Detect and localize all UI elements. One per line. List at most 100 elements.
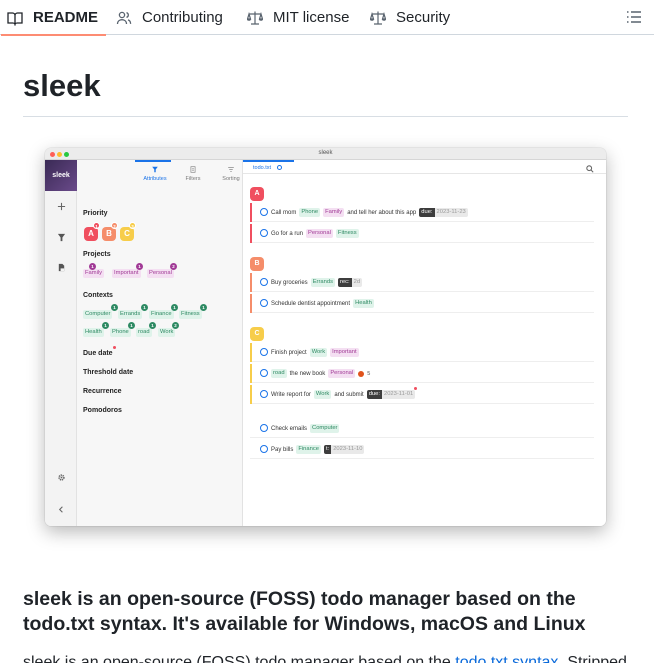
file-tab[interactable]: todo.txt: [253, 165, 282, 171]
todo-item[interactable]: Pay bills Finance t: 2023-11-10: [250, 440, 594, 459]
book-icon: [7, 11, 23, 26]
context-tag[interactable]: Fitness: [335, 229, 359, 238]
filter-icon[interactable]: [57, 233, 66, 242]
context-tag[interactable]: Finance: [296, 445, 321, 454]
heading-divider: [23, 116, 628, 117]
context-tag[interactable]: road: [271, 369, 287, 378]
context-count: 1: [128, 322, 135, 329]
context-chip-road[interactable]: road: [136, 328, 152, 337]
todo-item[interactable]: Write report for Work and submit due: 202…: [250, 385, 594, 404]
context-chip-finance[interactable]: Finance: [149, 310, 174, 319]
search-icon[interactable]: [586, 165, 594, 173]
complete-checkbox[interactable]: [260, 424, 268, 432]
complete-checkbox[interactable]: [260, 278, 268, 286]
todo-item[interactable]: Finish project Work Important: [250, 343, 594, 362]
section-priority[interactable]: Priority: [83, 210, 108, 217]
task-text: Call mom: [271, 209, 297, 216]
context-count: 1: [149, 322, 156, 329]
todo-item[interactable]: Buy groceries Errands rec: 2d: [250, 273, 594, 292]
project-chip-personal[interactable]: Personal: [147, 269, 174, 278]
people-icon: [116, 11, 132, 24]
context-tag[interactable]: Work: [313, 390, 332, 399]
todo-item[interactable]: Schedule dentist appointment Health: [250, 294, 594, 313]
task-text: Pay bills: [271, 446, 294, 453]
outline-list-icon[interactable]: [626, 9, 642, 25]
drawer-tab-label: Sorting: [222, 176, 240, 182]
section-contexts[interactable]: Contexts: [83, 292, 113, 299]
complete-checkbox[interactable]: [260, 208, 268, 216]
context-tag[interactable]: Work: [309, 348, 328, 357]
filter-icon: [152, 166, 158, 173]
project-tag[interactable]: Family: [323, 208, 345, 217]
tab-mit-license[interactable]: MIT license: [247, 0, 349, 35]
project-tag[interactable]: Personal: [306, 229, 333, 238]
task-text: the new book: [289, 370, 326, 377]
due-date[interactable]: 2023-11-01: [381, 390, 416, 399]
priority-bar: [250, 224, 252, 243]
threshold-date[interactable]: 2023-11-10: [331, 445, 365, 454]
context-chip-work[interactable]: Work: [158, 328, 176, 337]
project-chip-family[interactable]: Family: [83, 269, 105, 278]
section-recurrence[interactable]: Recurrence: [83, 388, 122, 395]
todo-item[interactable]: Go for a run Personal Fitness: [250, 224, 594, 243]
todo-txt-syntax-link[interactable]: todo.txt syntax: [455, 654, 558, 663]
file-icon[interactable]: [57, 263, 66, 272]
context-chip-health[interactable]: Health: [83, 328, 104, 337]
drawer-tab-label: Filters: [185, 176, 201, 182]
complete-checkbox[interactable]: [260, 445, 268, 453]
file-tab-label: todo.txt: [253, 165, 272, 171]
settings-icon[interactable]: [276, 165, 282, 171]
context-chip-phone[interactable]: Phone: [110, 328, 131, 337]
complete-checkbox[interactable]: [260, 299, 268, 307]
todo-item[interactable]: Check emails Computer: [250, 419, 594, 438]
tab-label: Security: [396, 9, 451, 26]
priority-bar: [250, 343, 252, 362]
project-chip-important[interactable]: Important: [112, 269, 141, 278]
context-tag[interactable]: Errands: [310, 278, 335, 287]
readme-paragraph: sleek is an open-source (FOSS) todo mana…: [23, 654, 627, 663]
priority-bar: [250, 203, 252, 222]
tab-filters[interactable]: Filters: [175, 166, 211, 182]
project-tag[interactable]: Personal: [328, 369, 356, 378]
project-count: 1: [89, 263, 96, 270]
complete-checkbox[interactable]: [260, 390, 268, 398]
complete-checkbox[interactable]: [260, 369, 268, 377]
task-text: and tell her about this app: [347, 209, 417, 216]
collapse-icon[interactable]: [57, 505, 66, 514]
tab-contributing[interactable]: Contributing: [116, 0, 223, 35]
context-tag[interactable]: Health: [353, 299, 374, 308]
task-text: Schedule dentist appointment: [271, 300, 351, 307]
context-chip-computer[interactable]: Computer: [83, 310, 113, 319]
todo-item[interactable]: road the new book Personal 5: [250, 364, 594, 383]
project-tag[interactable]: Important: [330, 348, 359, 357]
complete-checkbox[interactable]: [260, 229, 268, 237]
settings-icon[interactable]: [57, 473, 66, 482]
priority-bar: [250, 364, 252, 383]
complete-checkbox[interactable]: [260, 348, 268, 356]
tab-attributes[interactable]: Attributes: [137, 166, 173, 182]
context-chip-errands[interactable]: Errands: [118, 310, 143, 319]
context-chip-fitness[interactable]: Fitness: [179, 310, 202, 319]
context-count: 1: [171, 304, 178, 311]
divider: [243, 173, 606, 174]
task-text: Check emails: [271, 425, 308, 432]
recurrence-value[interactable]: 2d: [351, 278, 363, 287]
context-tag[interactable]: Phone: [299, 208, 321, 217]
window-title: sleek: [318, 150, 333, 156]
priority-bar: [250, 294, 252, 313]
context-tag[interactable]: Computer: [310, 424, 340, 433]
due-date[interactable]: 2023-11-23: [434, 208, 468, 217]
priority-bar: [250, 273, 252, 292]
nav-rail: sleek: [45, 160, 77, 526]
add-icon[interactable]: [57, 202, 66, 211]
tab-security[interactable]: Security: [370, 0, 450, 35]
law-icon: [247, 11, 263, 25]
threshold-label: t:: [323, 445, 332, 454]
todo-item[interactable]: Call mom Phone Family and tell her about…: [250, 203, 594, 222]
section-projects[interactable]: Projects: [83, 251, 111, 258]
section-due-date[interactable]: Due date: [83, 350, 113, 357]
section-threshold-date[interactable]: Threshold date: [83, 369, 133, 376]
readme-heading: sleek is an open-source (FOSS) todo mana…: [23, 588, 586, 635]
section-pomodoros[interactable]: Pomodoros: [83, 407, 122, 414]
tab-readme[interactable]: README: [0, 0, 107, 36]
